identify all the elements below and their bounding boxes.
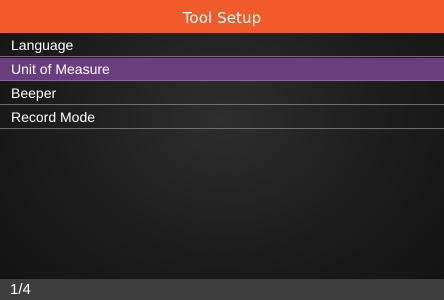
page-title: Tool Setup: [182, 8, 262, 27]
tool-screen: Tool Setup Language Unit of Measure Beep…: [0, 0, 444, 300]
menu-item-unit-of-measure[interactable]: Unit of Measure: [0, 58, 444, 81]
title-bar: Tool Setup: [0, 0, 444, 33]
page-indicator: 1/4: [10, 281, 31, 298]
menu-item-beeper[interactable]: Beeper: [0, 82, 444, 105]
menu-item-record-mode[interactable]: Record Mode: [0, 106, 444, 129]
menu-item-label: Beeper: [11, 85, 57, 101]
setup-menu: Language Unit of Measure Beeper Record M…: [0, 33, 444, 129]
menu-item-label: Record Mode: [11, 109, 96, 125]
menu-item-language[interactable]: Language: [0, 34, 444, 57]
status-bar: 1/4: [0, 279, 444, 300]
menu-item-label: Unit of Measure: [11, 61, 110, 77]
menu-item-label: Language: [11, 37, 74, 53]
